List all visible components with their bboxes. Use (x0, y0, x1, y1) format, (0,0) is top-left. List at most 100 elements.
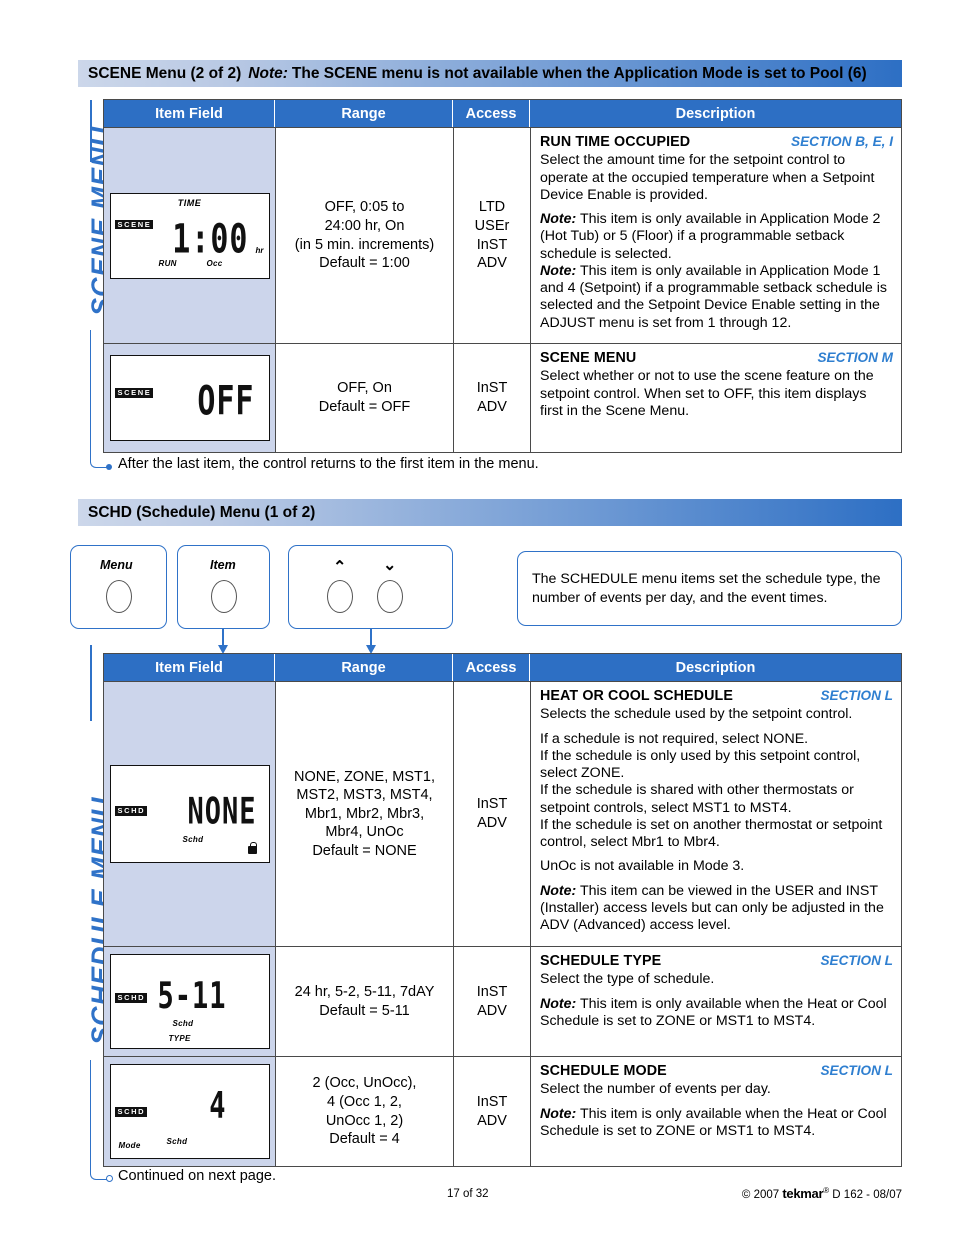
description-cell: SCENE MENU SECTION M Select whether or n… (531, 344, 901, 452)
lcd-display: SCHD 4 Mode Schd (109, 1064, 270, 1159)
column-header-description: Description (675, 659, 756, 676)
lcd-value: 4 (209, 1085, 227, 1128)
lcd-display: SCENE TIME 1:00 hr RUN Occ (109, 192, 270, 279)
access-cell: InST ADV (454, 682, 531, 946)
schedule-info-text: The SCHEDULE menu items set the schedule… (532, 571, 881, 606)
table-row: SCENE TIME 1:00 hr RUN Occ OFF, 0:05 to … (104, 127, 901, 343)
description-text: This item can be viewed in the USER and … (540, 882, 884, 934)
description-paragraph: If the schedule is shared with other the… (540, 782, 893, 817)
description-paragraph: Selects the schedule used by the setpoin… (540, 706, 893, 723)
menu-button[interactable] (106, 580, 132, 613)
description-paragraph: Note: This item is only available in App… (540, 263, 893, 332)
copyright-pre: © 2007 (741, 1189, 783, 1201)
description-paragraph: If the schedule is only used by this set… (540, 748, 893, 783)
description-paragraph: Note: This item is only available when t… (540, 996, 893, 1031)
note-label: Note: (540, 1105, 577, 1122)
item-button[interactable] (211, 580, 237, 613)
description-text: Selects the schedule used by the setpoin… (540, 706, 853, 723)
description-paragraph: UnOc is not available in Mode 3. (540, 858, 893, 875)
scene-banner: SCENE Menu (2 of 2) Note: The SCENE menu… (78, 60, 902, 87)
note-label: Note: (540, 995, 577, 1012)
range-cell: OFF, On Default = OFF (276, 344, 454, 452)
access-cell: InST ADV (454, 947, 531, 1056)
access-cell: InST ADV (454, 344, 531, 452)
description-text: Select the amount time for the setpoint … (540, 152, 875, 203)
column-header-range: Range (275, 654, 453, 681)
description-header: SCENE MENU SECTION M (540, 350, 893, 367)
item-to-column-arrow (218, 629, 228, 654)
description-text: If the schedule is shared with other the… (540, 782, 854, 816)
range-text: OFF, On Default = OFF (318, 380, 411, 415)
item-field-cell: SCHD NONE Schd (104, 682, 276, 946)
access-text: InST ADV (476, 796, 508, 831)
lcd-display: SCHD 5-11 Schd TYPE (109, 954, 270, 1049)
lcd-display: SCHD NONE Schd (109, 765, 270, 863)
access-text: InST ADV (476, 380, 508, 415)
description-header: HEAT OR COOL SCHEDULE SECTION L (540, 688, 893, 705)
lcd-label-occ: Occ (206, 258, 223, 268)
scene-menu-footnote: After the last item, the control returns… (118, 456, 539, 472)
section-reference[interactable]: SECTION L (820, 1063, 893, 1080)
lcd-label-run: RUN (158, 258, 177, 268)
updown-button-box[interactable]: ⌃ ⌄ (288, 545, 453, 629)
description-text: Select whether or not to use the scene f… (540, 368, 874, 419)
description-paragraph: Note: This item is only available in App… (540, 211, 893, 263)
menu-button-box[interactable]: Menu (70, 545, 167, 629)
table-row: SCHD 4 Mode Schd 2 (Occ, UnOcc), 4 (Occ … (104, 1056, 901, 1166)
range-cell: OFF, 0:05 to 24:00 hr, On (in 5 min. inc… (276, 128, 454, 343)
copyright-post: D 162 - 08/07 (829, 1189, 902, 1201)
lcd-value: NONE (187, 791, 257, 833)
range-to-column-arrow (366, 629, 376, 654)
lcd-value: 1:00 (172, 215, 249, 263)
section-reference[interactable]: SECTION M (817, 350, 893, 367)
schedule-info-box: The SCHEDULE menu items set the schedule… (517, 551, 902, 626)
range-cell: NONE, ZONE, MST1, MST2, MST3, MST4, Mbr1… (276, 682, 454, 946)
chevron-down-icon: ⌄ (383, 557, 397, 574)
description-paragraph: Note: This item is only available when t… (540, 1106, 893, 1141)
section-reference[interactable]: SECTION B, E, I (791, 134, 893, 151)
up-button[interactable] (327, 580, 353, 613)
section-reference[interactable]: SECTION L (820, 953, 893, 970)
section-reference[interactable]: SECTION L (820, 688, 893, 705)
access-text: InST ADV (476, 1093, 508, 1129)
description-paragraph: Select whether or not to use the scene f… (540, 368, 893, 420)
lcd-label-type: TYPE (168, 1034, 191, 1043)
description-cell: SCHEDULE MODE SECTION L Select the numbe… (531, 1057, 901, 1166)
schedule-table-header: Item Field Range Access Description (104, 654, 901, 681)
description-header: SCHEDULE MODE SECTION L (540, 1063, 893, 1080)
lock-icon (247, 842, 257, 854)
access-cell: InST ADV (454, 1057, 531, 1166)
down-button[interactable] (377, 580, 403, 613)
description-paragraph: Select the amount time for the setpoint … (540, 152, 893, 204)
schedule-banner-title: SCHD (Schedule) Menu (1 of 2) (88, 503, 316, 521)
access-cell: LTD USEr InST ADV (454, 128, 531, 343)
description-cell: HEAT OR COOL SCHEDULE SECTION L Selects … (531, 682, 901, 946)
table-row: SCENE OFF OFF, On Default = OFF InST ADV… (104, 343, 901, 452)
schedule-menu-footnote-dot (106, 1175, 113, 1182)
lcd-label-schd: Schd (172, 1019, 194, 1028)
description-title: SCHEDULE TYPE (540, 953, 662, 969)
scene-table-header: Item Field Range Access Description (104, 100, 901, 127)
description-title: RUN TIME OCCUPIED (540, 134, 691, 150)
column-header-range: Range (275, 100, 453, 127)
column-header-item-field: Item Field (104, 100, 275, 127)
description-title: HEAT OR COOL SCHEDULE (540, 688, 733, 704)
description-title: SCENE MENU (540, 350, 637, 366)
lcd-label-schd: Schd (166, 1137, 188, 1146)
range-text: 2 (Occ, UnOcc), 4 (Occ 1, 2, UnOcc 1, 2)… (312, 1075, 417, 1148)
description-text: This item is only available when the Hea… (540, 995, 887, 1029)
lcd-value: OFF (197, 378, 255, 426)
chevron-up-icon: ⌃ (333, 559, 347, 576)
description-header: RUN TIME OCCUPIED SECTION B, E, I (540, 134, 893, 151)
description-text: Select the type of schedule. (540, 971, 715, 988)
description-paragraph: Note: This item can be viewed in the USE… (540, 883, 893, 935)
range-text: 24 hr, 5-2, 5-11, 7dAY Default = 5-11 (294, 983, 435, 1019)
item-button-box[interactable]: Item (177, 545, 270, 629)
description-title: SCHEDULE MODE (540, 1063, 667, 1079)
table-row: SCHD 5-11 Schd TYPE 24 hr, 5-2, 5-11, 7d… (104, 946, 901, 1056)
copyright: © 2007 tekmar® D 162 - 08/07 (742, 1186, 902, 1201)
description-text: UnOc is not available in Mode 3. (540, 858, 745, 875)
description-paragraph: If a schedule is not required, select NO… (540, 731, 893, 748)
description-text: This item is only available in Applicati… (540, 211, 881, 262)
description-cell: RUN TIME OCCUPIED SECTION B, E, I Select… (531, 128, 901, 343)
